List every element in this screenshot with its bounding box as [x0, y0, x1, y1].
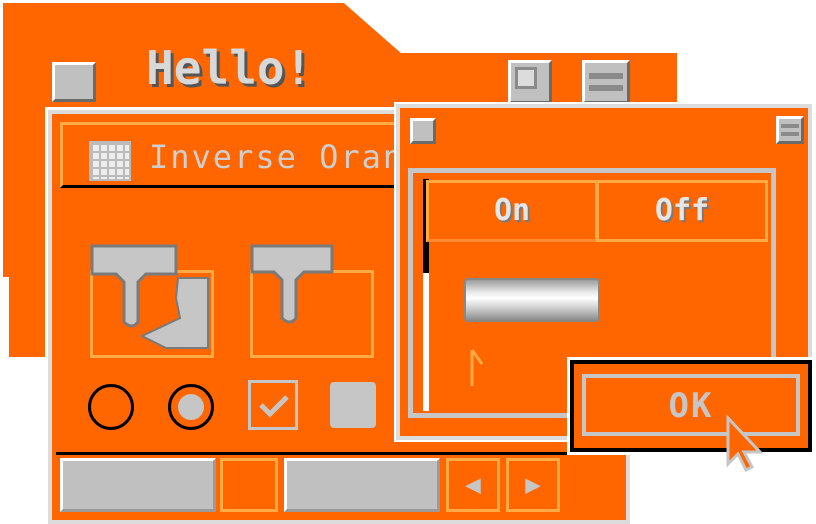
- scroll-left-button[interactable]: ◀: [446, 458, 500, 512]
- dialog-close-box[interactable]: [410, 118, 436, 144]
- theme-window-title: Inverse Oran: [149, 138, 405, 176]
- radio-dot-icon: [178, 394, 204, 420]
- dialog-collapse-icon: [781, 124, 799, 128]
- zoom-icon: [515, 67, 537, 89]
- radio-button-checked[interactable]: [168, 384, 214, 430]
- checkbox-filled[interactable]: [330, 382, 376, 428]
- dialog-collapse-box[interactable]: [776, 116, 804, 144]
- slider-track[interactable]: [464, 278, 600, 322]
- toolbar-segment-2[interactable]: [220, 458, 278, 512]
- grid-icon: [89, 141, 131, 181]
- collapse-icon: [589, 73, 623, 79]
- panel-light-left: [423, 273, 429, 411]
- arrow-left-icon: ◀: [465, 470, 481, 500]
- back-window-collapse-box[interactable]: [582, 60, 630, 104]
- back-window-close-box[interactable]: [52, 62, 96, 102]
- tab-on-label: On: [493, 193, 531, 228]
- slider-tick-icon: [470, 349, 484, 386]
- checkmark-icon: [259, 395, 289, 418]
- toolbar-segment-1[interactable]: [60, 458, 216, 512]
- tab-on[interactable]: On: [426, 180, 598, 242]
- ok-button[interactable]: OK: [567, 357, 815, 455]
- hammer-icon-left: [90, 244, 209, 349]
- tab-off-label: Off: [654, 193, 710, 228]
- back-window-zoom-box[interactable]: [508, 60, 552, 104]
- checkbox-checked[interactable]: [248, 380, 298, 430]
- theme-window-title-bar: Inverse Oran: [60, 122, 410, 188]
- ok-button-label: OK: [668, 386, 714, 426]
- tab-off[interactable]: Off: [596, 180, 768, 242]
- hammer-icon-right: [250, 244, 334, 324]
- back-window-title: Hello!: [146, 41, 313, 95]
- arrow-right-icon: ▶: [525, 470, 541, 500]
- mouse-cursor-icon: [726, 414, 764, 473]
- scroll-right-button[interactable]: ▶: [506, 458, 560, 512]
- toolbar-segment-3[interactable]: [284, 458, 440, 512]
- radio-button-unchecked[interactable]: [88, 384, 134, 430]
